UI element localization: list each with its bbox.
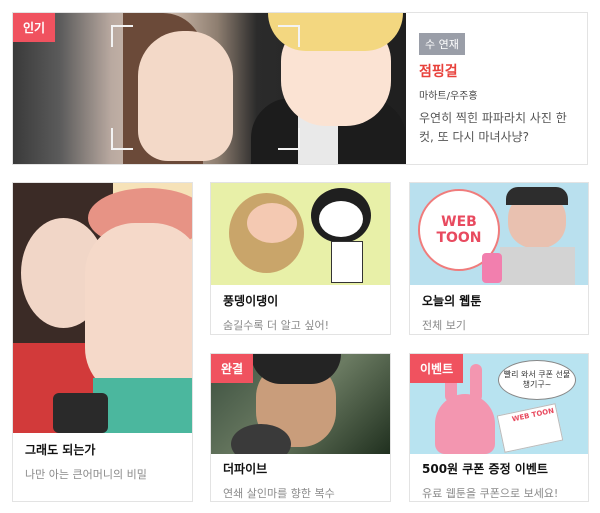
coupon-ticket: WEB TOON [496,403,564,453]
card-caption: 풍뎅이댕이 숨길수록 더 알고 싶어! [223,292,382,333]
rabbit-character [435,394,495,454]
phone-icon [53,393,108,433]
webtoon-title[interactable]: 그래도 되는가 [25,441,184,458]
serial-day-badge: 수 연재 [419,33,465,55]
webtoon-description: 우연히 찍힌 파파라치 사진 한 컷, 또 다시 마녀사냥? [419,111,567,144]
webtoon-title[interactable]: 더파이브 [223,460,382,477]
featured-webtoon-card[interactable]: 인기 수 연재 점핑걸 마하트/우주홍 우연히 찍힌 파파라치 사진 한 컷, … [12,12,588,165]
card-caption: 그래도 되는가 나만 아는 큰어머니의 비밀 [25,441,184,482]
webtoon-card[interactable]: 풍뎅이댕이 숨길수록 더 알고 싶어! [210,182,391,335]
camera-frame-corner [111,128,133,150]
webtoon-thumbnail[interactable]: WEB TOON [410,183,588,285]
event-card[interactable]: 빨리 와서 쿠폰 선물 챙기구~ WEB TOON 이벤트 500원 쿠폰 증정… [409,353,589,502]
camera-frame-corner [111,25,133,47]
speech-bubble: 빨리 와서 쿠폰 선물 챙기구~ [498,360,576,400]
character-face [85,223,192,398]
event-thumbnail[interactable]: 빨리 와서 쿠폰 선물 챙기구~ WEB TOON 이벤트 [410,354,588,454]
event-subtitle: 유료 웹툰을 쿠폰으로 보세요! [422,487,559,500]
character-body [331,241,363,283]
rabbit-ear [470,364,482,402]
camera-frame-corner [278,128,300,150]
webtoon-author: 마하트/우주홍 [419,91,478,102]
event-badge: 이벤트 [410,354,464,383]
webtoon-card[interactable]: 완결 더파이브 연쇄 살인마를 향한 복수 [210,353,391,502]
phone-icon [482,253,502,283]
featured-info: 수 연재 점핑걸 마하트/우주홍 우연히 찍힌 파파라치 사진 한 컷, 또 다… [419,13,587,164]
view-all-link[interactable]: 전체 보기 [422,317,580,333]
webtoon-subtitle: 연쇄 살인마를 향한 복수 [223,487,335,500]
todays-webtoon-card[interactable]: WEB TOON 오늘의 웹툰 전체 보기 [409,182,589,335]
webtoon-subtitle: 숨길수록 더 알고 싶어! [223,319,329,332]
webtoon-card[interactable]: 그래도 되는가 나만 아는 큰어머니의 비밀 [12,182,193,502]
webtoon-thumbnail[interactable]: 완결 [211,354,390,454]
card-caption: 500원 쿠폰 증정 이벤트 유료 웹툰을 쿠폰으로 보세요! [422,460,580,501]
webtoon-subtitle: 나만 아는 큰어머니의 비밀 [25,468,147,481]
card-caption: 더파이브 연쇄 살인마를 향한 복수 [223,460,382,501]
camera-frame-corner [278,25,300,47]
completed-badge: 완결 [211,354,254,383]
character-face [138,31,233,161]
character-shirt [500,247,575,285]
card-title[interactable]: 오늘의 웹툰 [422,292,580,309]
webtoon-title[interactable]: 점핑걸 [419,61,458,81]
webtoon-thumbnail[interactable] [211,183,390,285]
event-title[interactable]: 500원 쿠폰 증정 이벤트 [422,460,580,477]
webtoon-title[interactable]: 풍뎅이댕이 [223,292,382,309]
webtoon-thumbnail[interactable] [13,183,192,433]
popular-badge: 인기 [13,13,56,42]
card-caption: 오늘의 웹툰 전체 보기 [422,292,580,333]
featured-thumbnail[interactable]: 인기 [13,13,406,164]
character-face [247,203,297,243]
character-cap [506,187,568,205]
character-face [319,201,363,237]
